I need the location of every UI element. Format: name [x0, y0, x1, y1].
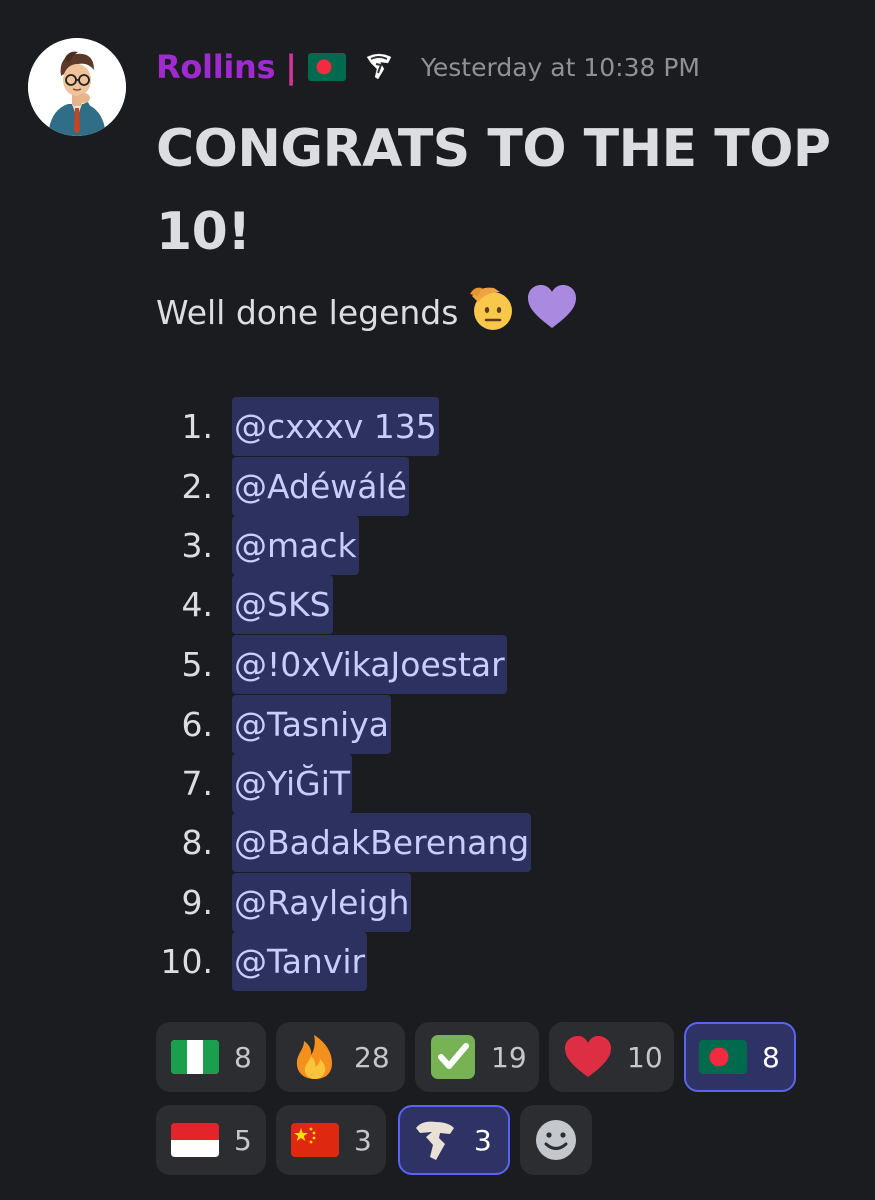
- user-mention[interactable]: @mack: [232, 516, 359, 575]
- list-item: 4. @SKS: [0, 575, 875, 634]
- red-heart-icon: [565, 1036, 611, 1077]
- list-number: 1.: [181, 407, 214, 446]
- bangladesh-flag-icon: [307, 52, 347, 82]
- reaction-red-heart[interactable]: 10: [549, 1022, 674, 1092]
- bangladesh-flag-icon: [699, 1040, 747, 1074]
- list-number: 4.: [181, 585, 214, 624]
- reaction-count: 5: [234, 1123, 252, 1157]
- reaction-count: 8: [234, 1040, 252, 1074]
- list-item: 7. @YiĞiT: [0, 754, 875, 813]
- custom-logo-icon: [416, 1121, 454, 1160]
- list-item: 2. @Adéwálé: [0, 457, 875, 516]
- message-timestamp[interactable]: Yesterday at 10:38 PM: [421, 53, 700, 82]
- subtitle-text: Well done legends: [156, 292, 459, 332]
- user-mention[interactable]: @Adéwálé: [232, 457, 409, 516]
- purple-heart-icon: [526, 282, 578, 342]
- reaction-indonesia-flag[interactable]: 5: [156, 1105, 266, 1175]
- user-mention[interactable]: @BadakBerenang: [232, 813, 532, 872]
- message-heading: CONGRATS TO THE TOP 10!: [156, 119, 831, 262]
- name-separator: |: [285, 48, 297, 86]
- saluting-face-icon: [466, 282, 518, 342]
- list-number: 9.: [181, 883, 214, 922]
- list-item: 1. @cxxxv 135: [0, 397, 875, 456]
- add-reaction-button[interactable]: [520, 1105, 592, 1175]
- list-number: 7.: [181, 764, 214, 803]
- reaction-count: 19: [491, 1040, 527, 1074]
- reaction-count: 3: [354, 1123, 372, 1157]
- author-avatar[interactable]: [28, 38, 126, 136]
- message-subtitle: Well done legends: [156, 282, 578, 342]
- add-reaction-icon: [536, 1120, 576, 1160]
- nigeria-flag-icon: [171, 1040, 219, 1074]
- list-number: 2.: [181, 467, 214, 506]
- user-mention[interactable]: @cxxxv 135: [232, 397, 439, 456]
- reaction-check-mark[interactable]: 19: [415, 1022, 539, 1092]
- role-icon[interactable]: [361, 49, 397, 85]
- list-item: 10. @Tanvir: [0, 932, 875, 991]
- list-item: 6. @Tasniya: [0, 695, 875, 754]
- user-mention[interactable]: @SKS: [232, 575, 333, 634]
- list-item: 5. @!0xVikaJoestar: [0, 635, 875, 694]
- reaction-count: 8: [762, 1040, 780, 1074]
- chat-message: Rollins | Yesterday at 10:38 PM CONGRATS…: [0, 0, 875, 1200]
- list-number: 10.: [160, 942, 213, 981]
- reaction-count: 28: [354, 1040, 390, 1074]
- list-number: 6.: [181, 705, 214, 744]
- reaction-custom-logo[interactable]: 3: [398, 1105, 510, 1175]
- fire-icon: [296, 1035, 332, 1079]
- china-flag-icon: [291, 1123, 339, 1157]
- message-header: Rollins | Yesterday at 10:38 PM: [156, 42, 700, 92]
- list-number: 5.: [181, 645, 214, 684]
- reaction-china-flag[interactable]: 3: [276, 1105, 386, 1175]
- author-username[interactable]: Rollins: [156, 48, 276, 86]
- reaction-bangladesh-flag[interactable]: 8: [684, 1022, 796, 1092]
- check-mark-icon: [431, 1035, 475, 1079]
- user-mention[interactable]: @!0xVikaJoestar: [232, 635, 507, 694]
- list-item: 9. @Rayleigh: [0, 873, 875, 932]
- user-mention[interactable]: @Tasniya: [232, 695, 391, 754]
- indonesia-flag-icon: [171, 1123, 219, 1157]
- list-number: 3.: [181, 526, 214, 565]
- list-item: 8. @BadakBerenang: [0, 813, 875, 872]
- user-mention[interactable]: @Rayleigh: [232, 873, 412, 932]
- reaction-fire[interactable]: 28: [276, 1022, 405, 1092]
- list-number: 8.: [181, 823, 214, 862]
- user-mention[interactable]: @Tanvir: [232, 932, 368, 991]
- avatar-illustration-icon: [28, 38, 126, 136]
- reaction-nigeria-flag[interactable]: 8: [156, 1022, 266, 1092]
- user-mention[interactable]: @YiĞiT: [232, 754, 353, 813]
- reaction-count: 10: [627, 1040, 663, 1074]
- reaction-count: 3: [474, 1123, 492, 1157]
- list-item: 3. @mack: [0, 516, 875, 575]
